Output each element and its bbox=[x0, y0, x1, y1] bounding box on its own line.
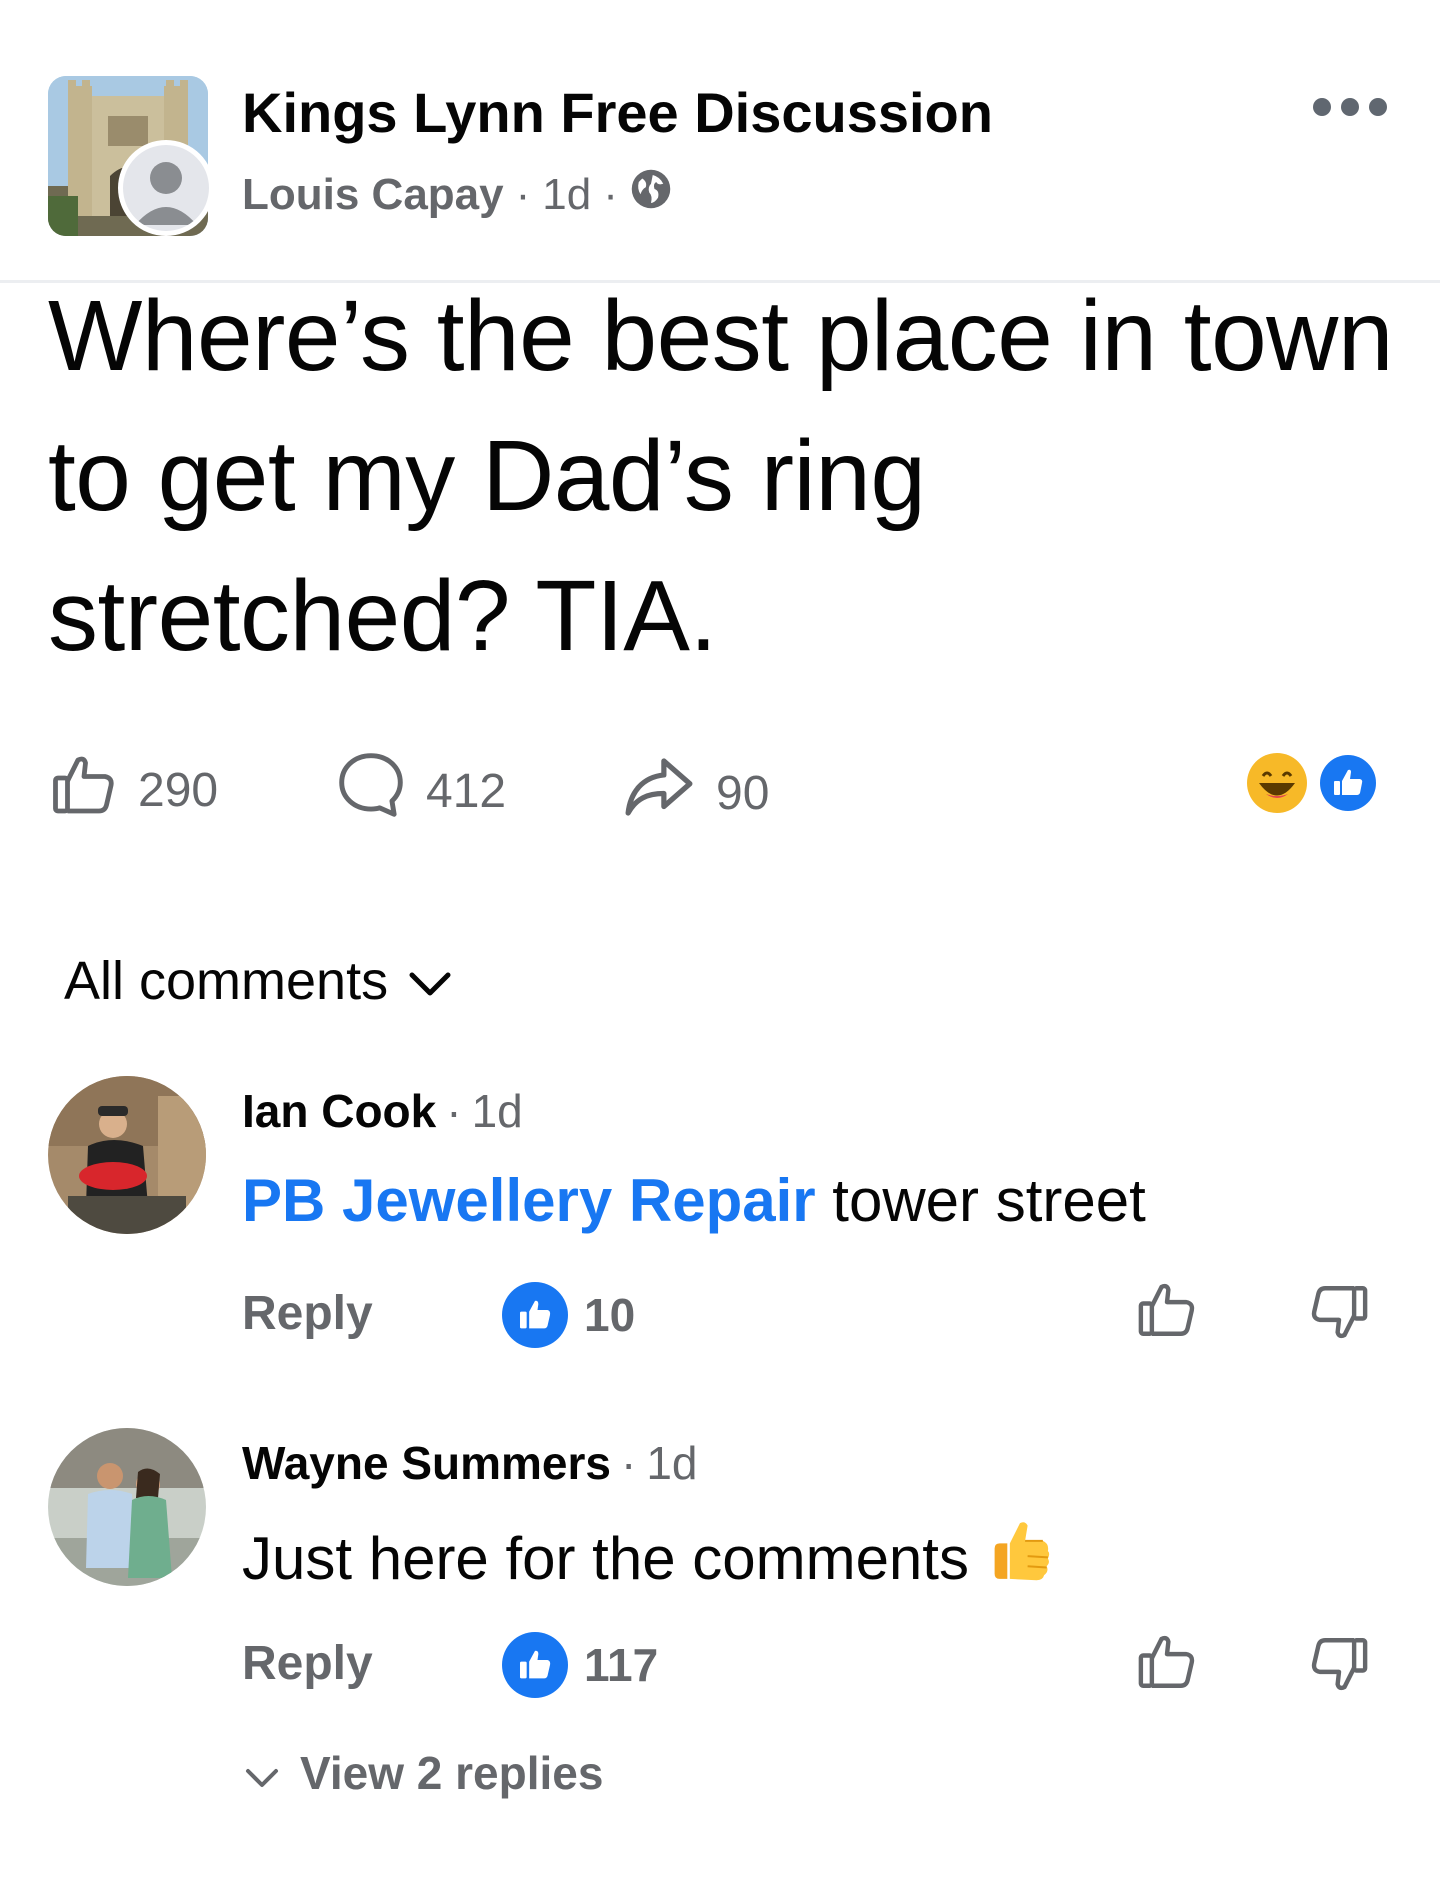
comment-author[interactable]: Wayne Summers bbox=[242, 1436, 611, 1490]
more-options-button[interactable] bbox=[1300, 92, 1400, 122]
meta-separator: · bbox=[603, 169, 618, 219]
like-count: 117 bbox=[584, 1639, 659, 1691]
chevron-down-icon bbox=[408, 950, 452, 1012]
comment-dislike-button[interactable] bbox=[1306, 1632, 1372, 1703]
share-icon bbox=[620, 748, 698, 838]
view-replies-label: View 2 replies bbox=[300, 1747, 604, 1799]
comment-count: 412 bbox=[426, 764, 507, 818]
author-name[interactable]: Louis Capay bbox=[242, 170, 504, 220]
view-replies-button[interactable]: View 2 replies bbox=[244, 1746, 603, 1800]
tagged-page-link[interactable]: PB Jewellery Repair bbox=[242, 1167, 816, 1234]
comment-like-button[interactable] bbox=[1134, 1628, 1200, 1699]
thumbs-up-emoji-icon bbox=[989, 1518, 1051, 1598]
share-count: 90 bbox=[716, 766, 770, 820]
comment-icon bbox=[334, 748, 408, 834]
like-button[interactable]: 290 bbox=[48, 748, 218, 832]
share-button[interactable]: 90 bbox=[620, 748, 769, 838]
comment-like-count[interactable]: 117 bbox=[502, 1632, 658, 1698]
comment-text: Just here for the comments bbox=[242, 1518, 1051, 1598]
like-icon bbox=[48, 748, 120, 832]
comment-button[interactable]: 412 bbox=[334, 748, 506, 834]
chevron-down-icon bbox=[244, 1746, 280, 1800]
commenter-avatar[interactable] bbox=[48, 1076, 206, 1234]
comment-separator: · bbox=[446, 1085, 462, 1137]
dislike-icon bbox=[1311, 1638, 1368, 1691]
reply-button[interactable]: Reply bbox=[242, 1636, 373, 1691]
comments-sort-dropdown[interactable]: All comments bbox=[64, 950, 452, 1012]
comment-time[interactable]: 1d bbox=[646, 1436, 697, 1490]
comment-author[interactable]: Ian Cook bbox=[242, 1084, 436, 1138]
comment-time[interactable]: 1d bbox=[472, 1084, 523, 1138]
comment-dislike-button[interactable] bbox=[1306, 1280, 1372, 1351]
group-name[interactable]: Kings Lynn Free Discussion bbox=[242, 80, 993, 145]
commenter-avatar[interactable] bbox=[48, 1428, 206, 1586]
reactions-summary[interactable] bbox=[1244, 750, 1384, 816]
like-reaction-icon bbox=[502, 1282, 568, 1348]
comment-text: PB Jewellery Repair tower street bbox=[242, 1166, 1146, 1235]
meta-separator: · bbox=[515, 169, 531, 219]
more-icon bbox=[1313, 98, 1331, 116]
like-reaction-icon bbox=[1316, 751, 1380, 815]
like-icon bbox=[1138, 1283, 1195, 1336]
like-icon bbox=[1138, 1635, 1195, 1688]
like-count: 10 bbox=[584, 1289, 636, 1341]
comment-author-line: Ian Cook · 1d bbox=[242, 1084, 523, 1138]
like-count: 290 bbox=[138, 763, 219, 817]
reply-button[interactable]: Reply bbox=[242, 1286, 373, 1341]
post-time[interactable]: 1d bbox=[542, 170, 591, 220]
post-meta: Louis Capay · 1d · bbox=[242, 168, 672, 221]
post-text: Where’s the best place in town to get my… bbox=[48, 280, 1394, 672]
comment-like-count[interactable]: 10 bbox=[502, 1282, 635, 1348]
comment-author-line: Wayne Summers · 1d bbox=[242, 1436, 698, 1490]
comments-sort-label: All comments bbox=[64, 951, 389, 1011]
comment-like-button[interactable] bbox=[1134, 1276, 1200, 1347]
globe-icon bbox=[630, 168, 672, 221]
haha-reaction-icon bbox=[1247, 753, 1307, 813]
author-avatar[interactable] bbox=[118, 140, 214, 236]
dislike-icon bbox=[1311, 1286, 1368, 1339]
comment-separator: · bbox=[621, 1437, 637, 1489]
comment-body: tower street bbox=[815, 1167, 1146, 1234]
comment-body: Just here for the comments bbox=[242, 1524, 969, 1592]
like-reaction-icon bbox=[502, 1632, 568, 1698]
